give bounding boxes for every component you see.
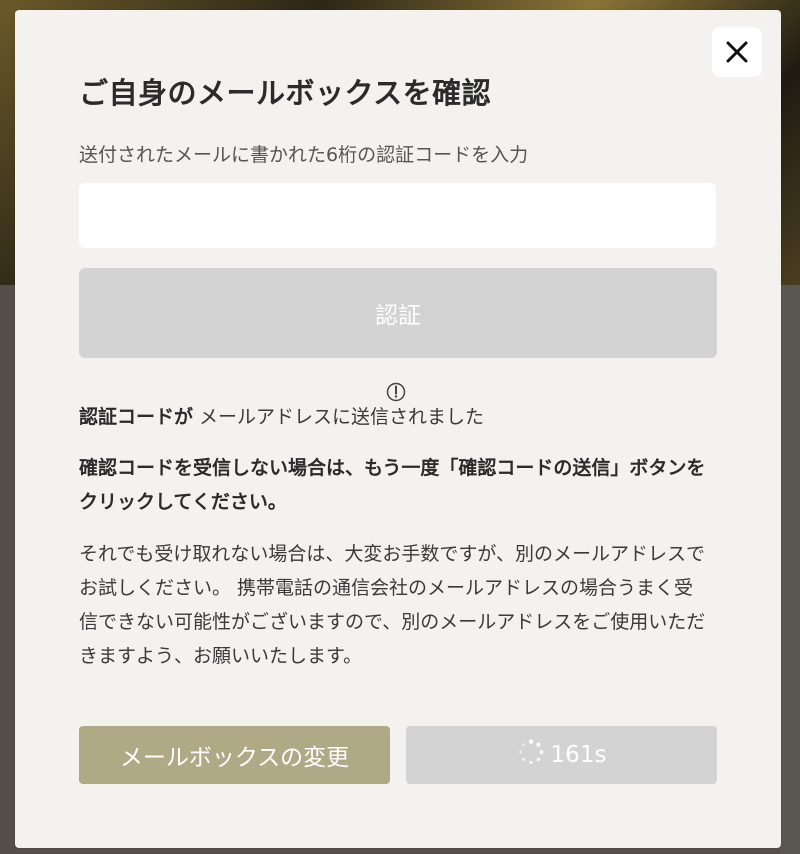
verification-dialog: ご自身のメールボックスを確認 送付されたメールに書かれた6桁の認証コードを入力 …	[15, 10, 781, 848]
close-icon	[726, 41, 748, 63]
verification-code-input[interactable]	[79, 183, 716, 248]
spinner-icon	[517, 738, 545, 772]
verify-button[interactable]: 認証	[79, 268, 717, 358]
code-sent-bold: 認証コードが	[79, 406, 194, 428]
close-button[interactable]	[712, 27, 762, 77]
resend-countdown: 161s	[550, 742, 607, 768]
code-sent-rest: メールアドレスに送信されました	[193, 406, 485, 428]
code-instruction: 送付されたメールに書かれた6桁の認証コードを入力	[79, 144, 529, 166]
change-mailbox-button[interactable]: メールボックスの変更	[79, 726, 390, 784]
exclamation-circle-icon	[386, 382, 406, 402]
dialog-title: ご自身のメールボックスを確認	[79, 76, 492, 110]
background-strip	[780, 285, 800, 854]
resend-code-button[interactable]: 161s	[406, 726, 717, 784]
resend-warning: 確認コードを受信しない場合は、もう一度「確認コードの送信」ボタンをクリックしてく…	[79, 457, 706, 513]
code-sent-message: 認証コードが メールアドレスに送信されました	[79, 402, 484, 429]
help-text: それでも受け取れない場合は、大変お手数ですが、別のメールアドレスでお試しください…	[79, 543, 706, 667]
